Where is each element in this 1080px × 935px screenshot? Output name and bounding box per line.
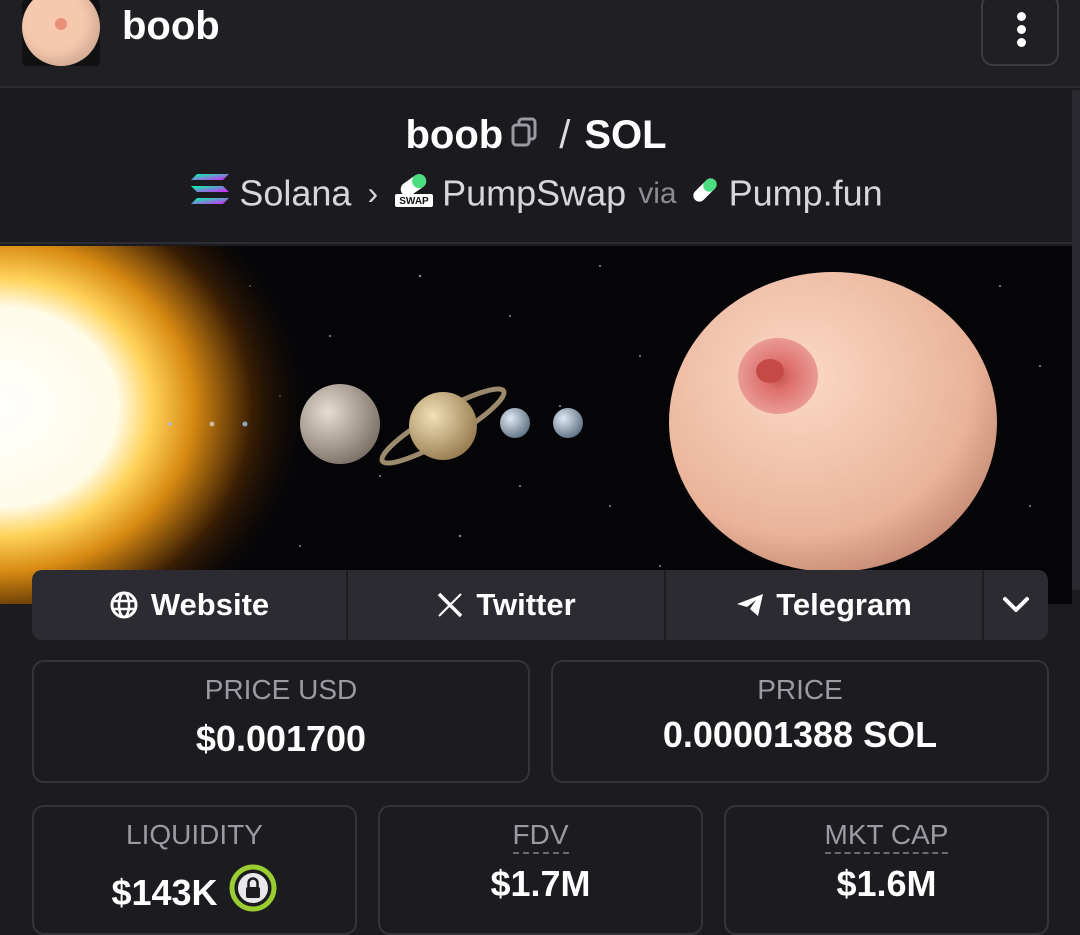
price-native-card: PRICE 0.00001388 SOL <box>551 660 1049 783</box>
mktcap-card: MKT CAP $1.6M <box>724 805 1049 935</box>
top-bar: boob <box>0 0 1080 88</box>
token-avatar <box>22 0 100 66</box>
chevron-right-icon: › <box>367 175 379 211</box>
chevron-down-icon <box>1003 597 1029 612</box>
website-link[interactable]: Website <box>32 570 348 640</box>
social-links-bar: Website Twitter Telegram <box>32 570 1048 640</box>
token-title: boob <box>122 4 220 48</box>
swap-badge-text: SWAP <box>399 196 429 207</box>
price-native-label: PRICE <box>757 674 843 705</box>
copy-icon[interactable] <box>511 112 539 157</box>
twitter-label: Twitter <box>476 587 576 622</box>
x-logo-icon <box>438 592 463 618</box>
launchpad-link[interactable]: Pump.fun <box>729 173 883 214</box>
mktcap-label[interactable]: MKT CAP <box>824 819 949 854</box>
kebab-dot <box>1017 38 1026 47</box>
dex-link[interactable]: PumpSwap <box>442 173 626 214</box>
route-info: Solana › SWAP PumpSwap via Pump.fun <box>0 170 1072 217</box>
fdv-value: $1.7M <box>490 863 591 904</box>
price-usd-value: $0.001700 <box>195 718 367 759</box>
liquidity-label: LIQUIDITY <box>126 819 263 850</box>
lock-icon[interactable] <box>228 863 278 922</box>
liquidity-value: $143K <box>111 872 218 914</box>
base-token-symbol: boob <box>405 113 504 158</box>
twitter-link[interactable]: Twitter <box>348 570 666 640</box>
price-native-value: 0.00001388 SOL <box>662 714 938 755</box>
solana-icon <box>189 172 231 215</box>
pumpfun-icon <box>689 173 721 215</box>
quote-token-symbol: SOL <box>584 113 667 158</box>
telegram-link[interactable]: Telegram <box>666 570 984 640</box>
liquidity-row: $143K <box>34 863 355 928</box>
pair-separator: / <box>559 113 571 158</box>
mktcap-value: $1.6M <box>836 863 937 904</box>
liquidity-card: LIQUIDITY $143K <box>32 805 357 935</box>
pair-header: boob / SOL Solana › SWAP PumpSwap via Pump.fun <box>0 90 1072 244</box>
globe-icon <box>110 591 138 619</box>
price-usd-card: PRICE USD $0.001700 <box>32 660 530 783</box>
website-label: Website <box>150 587 270 622</box>
scrollbar[interactable] <box>1072 90 1080 590</box>
more-options-button[interactable] <box>981 0 1059 66</box>
pair-title: boob / SOL <box>0 112 1072 163</box>
via-label: via <box>638 176 677 210</box>
kebab-menu-icon <box>1017 12 1026 21</box>
more-links-button[interactable] <box>984 570 1048 640</box>
telegram-icon <box>737 594 764 616</box>
chain-link[interactable]: Solana <box>239 173 351 214</box>
telegram-label: Telegram <box>776 587 912 622</box>
fdv-label[interactable]: FDV <box>512 819 569 854</box>
fdv-card: FDV $1.7M <box>378 805 703 935</box>
kebab-dot <box>1017 25 1026 34</box>
token-banner-image <box>0 246 1072 604</box>
price-usd-label: PRICE USD <box>204 674 358 705</box>
pumpswap-icon: SWAP <box>394 170 434 217</box>
